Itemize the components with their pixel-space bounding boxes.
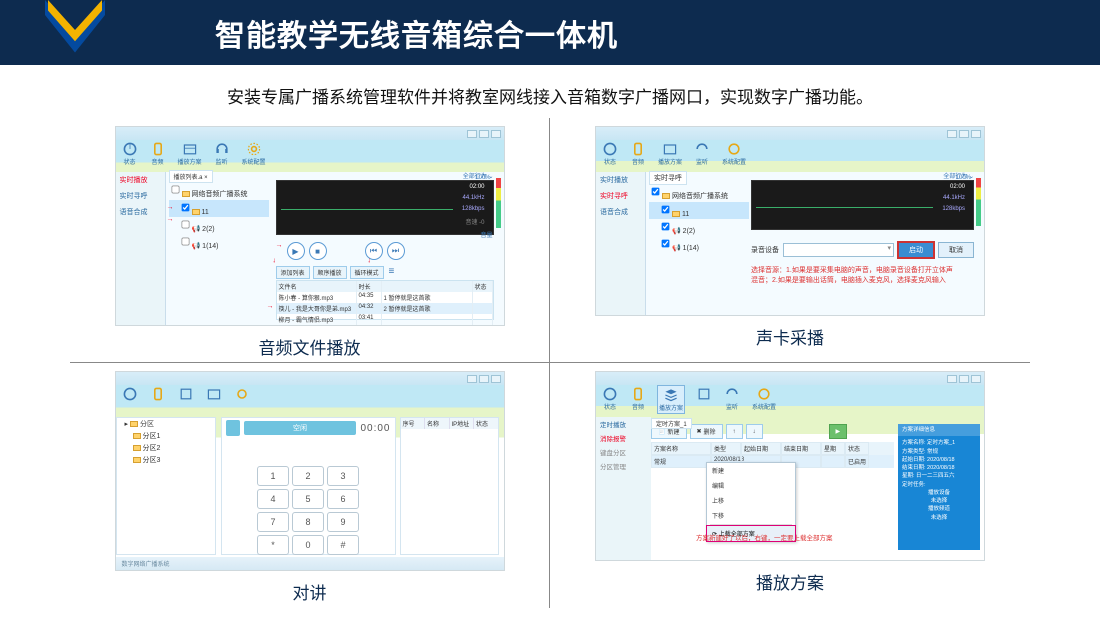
- nav-realtime-page[interactable]: 实时寻呼: [116, 188, 165, 204]
- key-7[interactable]: 7: [257, 512, 289, 532]
- page-title: 智能教学无线音箱综合一体机: [215, 11, 618, 55]
- del-plan-btn[interactable]: ✖ 删除: [690, 424, 723, 439]
- play-btn[interactable]: ▶: [287, 242, 305, 260]
- zone-tree[interactable]: 网络音频广播系统 11 → 📢 2(2) → 📢 1(14): [169, 182, 269, 251]
- cell-intercom: ▸ 分区 分区1 分区2 分区3 空闲 00:00 1 2 3 4 5 6: [70, 363, 550, 608]
- key-1[interactable]: 1: [257, 466, 289, 486]
- key-5[interactable]: 5: [292, 489, 324, 509]
- file-list[interactable]: 文件名时长状态 陈小春 - 算你狠.mp304:351 暂停就是这首歌 → 筷儿…: [276, 280, 494, 320]
- intercom-tree[interactable]: ▸ 分区 分区1 分区2 分区3: [116, 417, 216, 555]
- page-subtitle: 安装专属广播系统管理软件并将教室网线接入音箱数字广播网口，实现数字广播功能。: [0, 65, 1100, 118]
- cell-file-play: 状态 音频 播放方案 监听 系统配置 实时播放 实时寻呼 语音合成 播放列表.a…: [70, 118, 550, 363]
- intercom-list: 序号 名称 IP地址 状态: [400, 417, 499, 555]
- key-9[interactable]: 9: [327, 512, 359, 532]
- screenshot-schedule: 状态 音频 播放方案 监听 系统配置 定时播放 消除报警 键盘分区 分区管理 📄…: [595, 371, 985, 561]
- caption-capture: 声卡采播: [756, 316, 824, 349]
- key-6[interactable]: 6: [327, 489, 359, 509]
- side-nav: 实时播放 实时寻呼 语音合成: [116, 172, 166, 325]
- tool-plan[interactable]: 播放方案: [178, 141, 202, 166]
- device-label: 录音设备: [751, 245, 779, 255]
- plan-detail-panel: 方案详细信息 方案名称: 定时方案_1 方案类型: 常规 起始日期: 2020/…: [898, 424, 980, 550]
- player-display: 02:00 44.1kHz 128kbps 音速 -0: [276, 180, 494, 235]
- vu-meter: [496, 178, 501, 228]
- stop-btn[interactable]: ■: [309, 242, 327, 260]
- tool-monitor[interactable]: 监听: [214, 141, 230, 166]
- app-toolbar: 状态 音频 播放方案 监听 系统配置: [122, 141, 266, 166]
- key-0[interactable]: 0: [292, 535, 324, 555]
- play-plan-btn[interactable]: [829, 424, 848, 439]
- cell-sound-capture: 状态 音频 播放方案 监听 系统配置 实时播放 实时寻呼 语音合成 实时寻呼 全…: [550, 118, 1030, 363]
- add-to-list-btn[interactable]: 添加列表: [276, 266, 310, 279]
- schedule-nav: 定时播放 消除报警 键盘分区 分区管理: [596, 417, 651, 560]
- tool-status[interactable]: 状态: [122, 141, 138, 166]
- nav-realtime-play[interactable]: 实时播放: [116, 172, 165, 188]
- status-bar: 数字网络广播系统: [116, 557, 504, 570]
- cell-schedule: 状态 音频 播放方案 监听 系统配置 定时播放 消除报警 键盘分区 分区管理 📄…: [550, 363, 1030, 608]
- schedule-hint: 方案新建好了以后，右键，一定要上载全部方案: [696, 532, 833, 542]
- key-8[interactable]: 8: [292, 512, 324, 532]
- min-btn[interactable]: [467, 130, 477, 138]
- slide-header: 智能教学无线音箱综合一体机: [0, 0, 1100, 65]
- nav-tts[interactable]: 语音合成: [116, 204, 165, 220]
- call-time: 00:00: [360, 423, 390, 434]
- schedule-tab[interactable]: 定时方案_1: [651, 418, 692, 429]
- screenshot-intercom: ▸ 分区 分区1 分区2 分区3 空闲 00:00 1 2 3 4 5 6: [115, 371, 505, 571]
- content: 播放列表.a × 网络音频广播系统 11 → 📢 2(2) → 📢 1(14) …: [166, 172, 504, 325]
- call-status: 空闲: [244, 421, 357, 435]
- next-btn[interactable]: ⏭: [387, 242, 405, 260]
- context-menu[interactable]: 新建 编辑 上移 下移 ⟳ 上载全部方案: [706, 462, 796, 542]
- max-btn[interactable]: [479, 130, 489, 138]
- tool-config[interactable]: 系统配置: [242, 141, 266, 166]
- player-controls: → ▶ ■ ⏮ ⏭: [276, 242, 405, 260]
- up-btn[interactable]: ↑: [726, 424, 743, 439]
- screenshot-file-play: 状态 音频 播放方案 监听 系统配置 实时播放 实时寻呼 语音合成 播放列表.a…: [115, 126, 505, 326]
- caption-file-play: 音频文件播放: [259, 326, 361, 359]
- dial-keypad: 1 2 3 4 5 6 7 8 9 * 0 #: [222, 466, 395, 555]
- window-titlebar: [116, 127, 504, 140]
- key-star[interactable]: *: [257, 535, 289, 555]
- caption-intercom: 对讲: [293, 571, 327, 604]
- screenshot-sound-capture: 状态 音频 播放方案 监听 系统配置 实时播放 实时寻呼 语音合成 实时寻呼 全…: [595, 126, 985, 316]
- key-2[interactable]: 2: [292, 466, 324, 486]
- logo-chevron: [35, 0, 115, 75]
- down-btn[interactable]: ↓: [746, 424, 763, 439]
- cancel-capture-btn[interactable]: 取消: [938, 242, 974, 258]
- key-4[interactable]: 4: [257, 489, 289, 509]
- start-capture-btn[interactable]: 启动: [898, 242, 934, 258]
- feature-grid: 状态 音频 播放方案 监听 系统配置 实时播放 实时寻呼 语音合成 播放列表.a…: [70, 118, 1030, 608]
- key-3[interactable]: 3: [327, 466, 359, 486]
- device-combo[interactable]: ▾: [783, 243, 894, 257]
- close-btn[interactable]: [491, 130, 501, 138]
- capture-hint: 选择音源：1.如果是要采集电脑的声音，电脑录音设备打开立体声混音；2.如果是要输…: [751, 266, 954, 286]
- phone-icon: [226, 420, 240, 436]
- schedule-table[interactable]: 方案名称类型起始日期结束日期星期状态 常规2020/08/18已启用: [651, 442, 894, 462]
- key-hash[interactable]: #: [327, 535, 359, 555]
- keypad-panel: 空闲 00:00 1 2 3 4 5 6 7 8 9 * 0 # 呼叫: [221, 417, 396, 555]
- tool-audio[interactable]: 音频: [150, 141, 166, 166]
- caption-schedule: 播放方案: [756, 561, 824, 594]
